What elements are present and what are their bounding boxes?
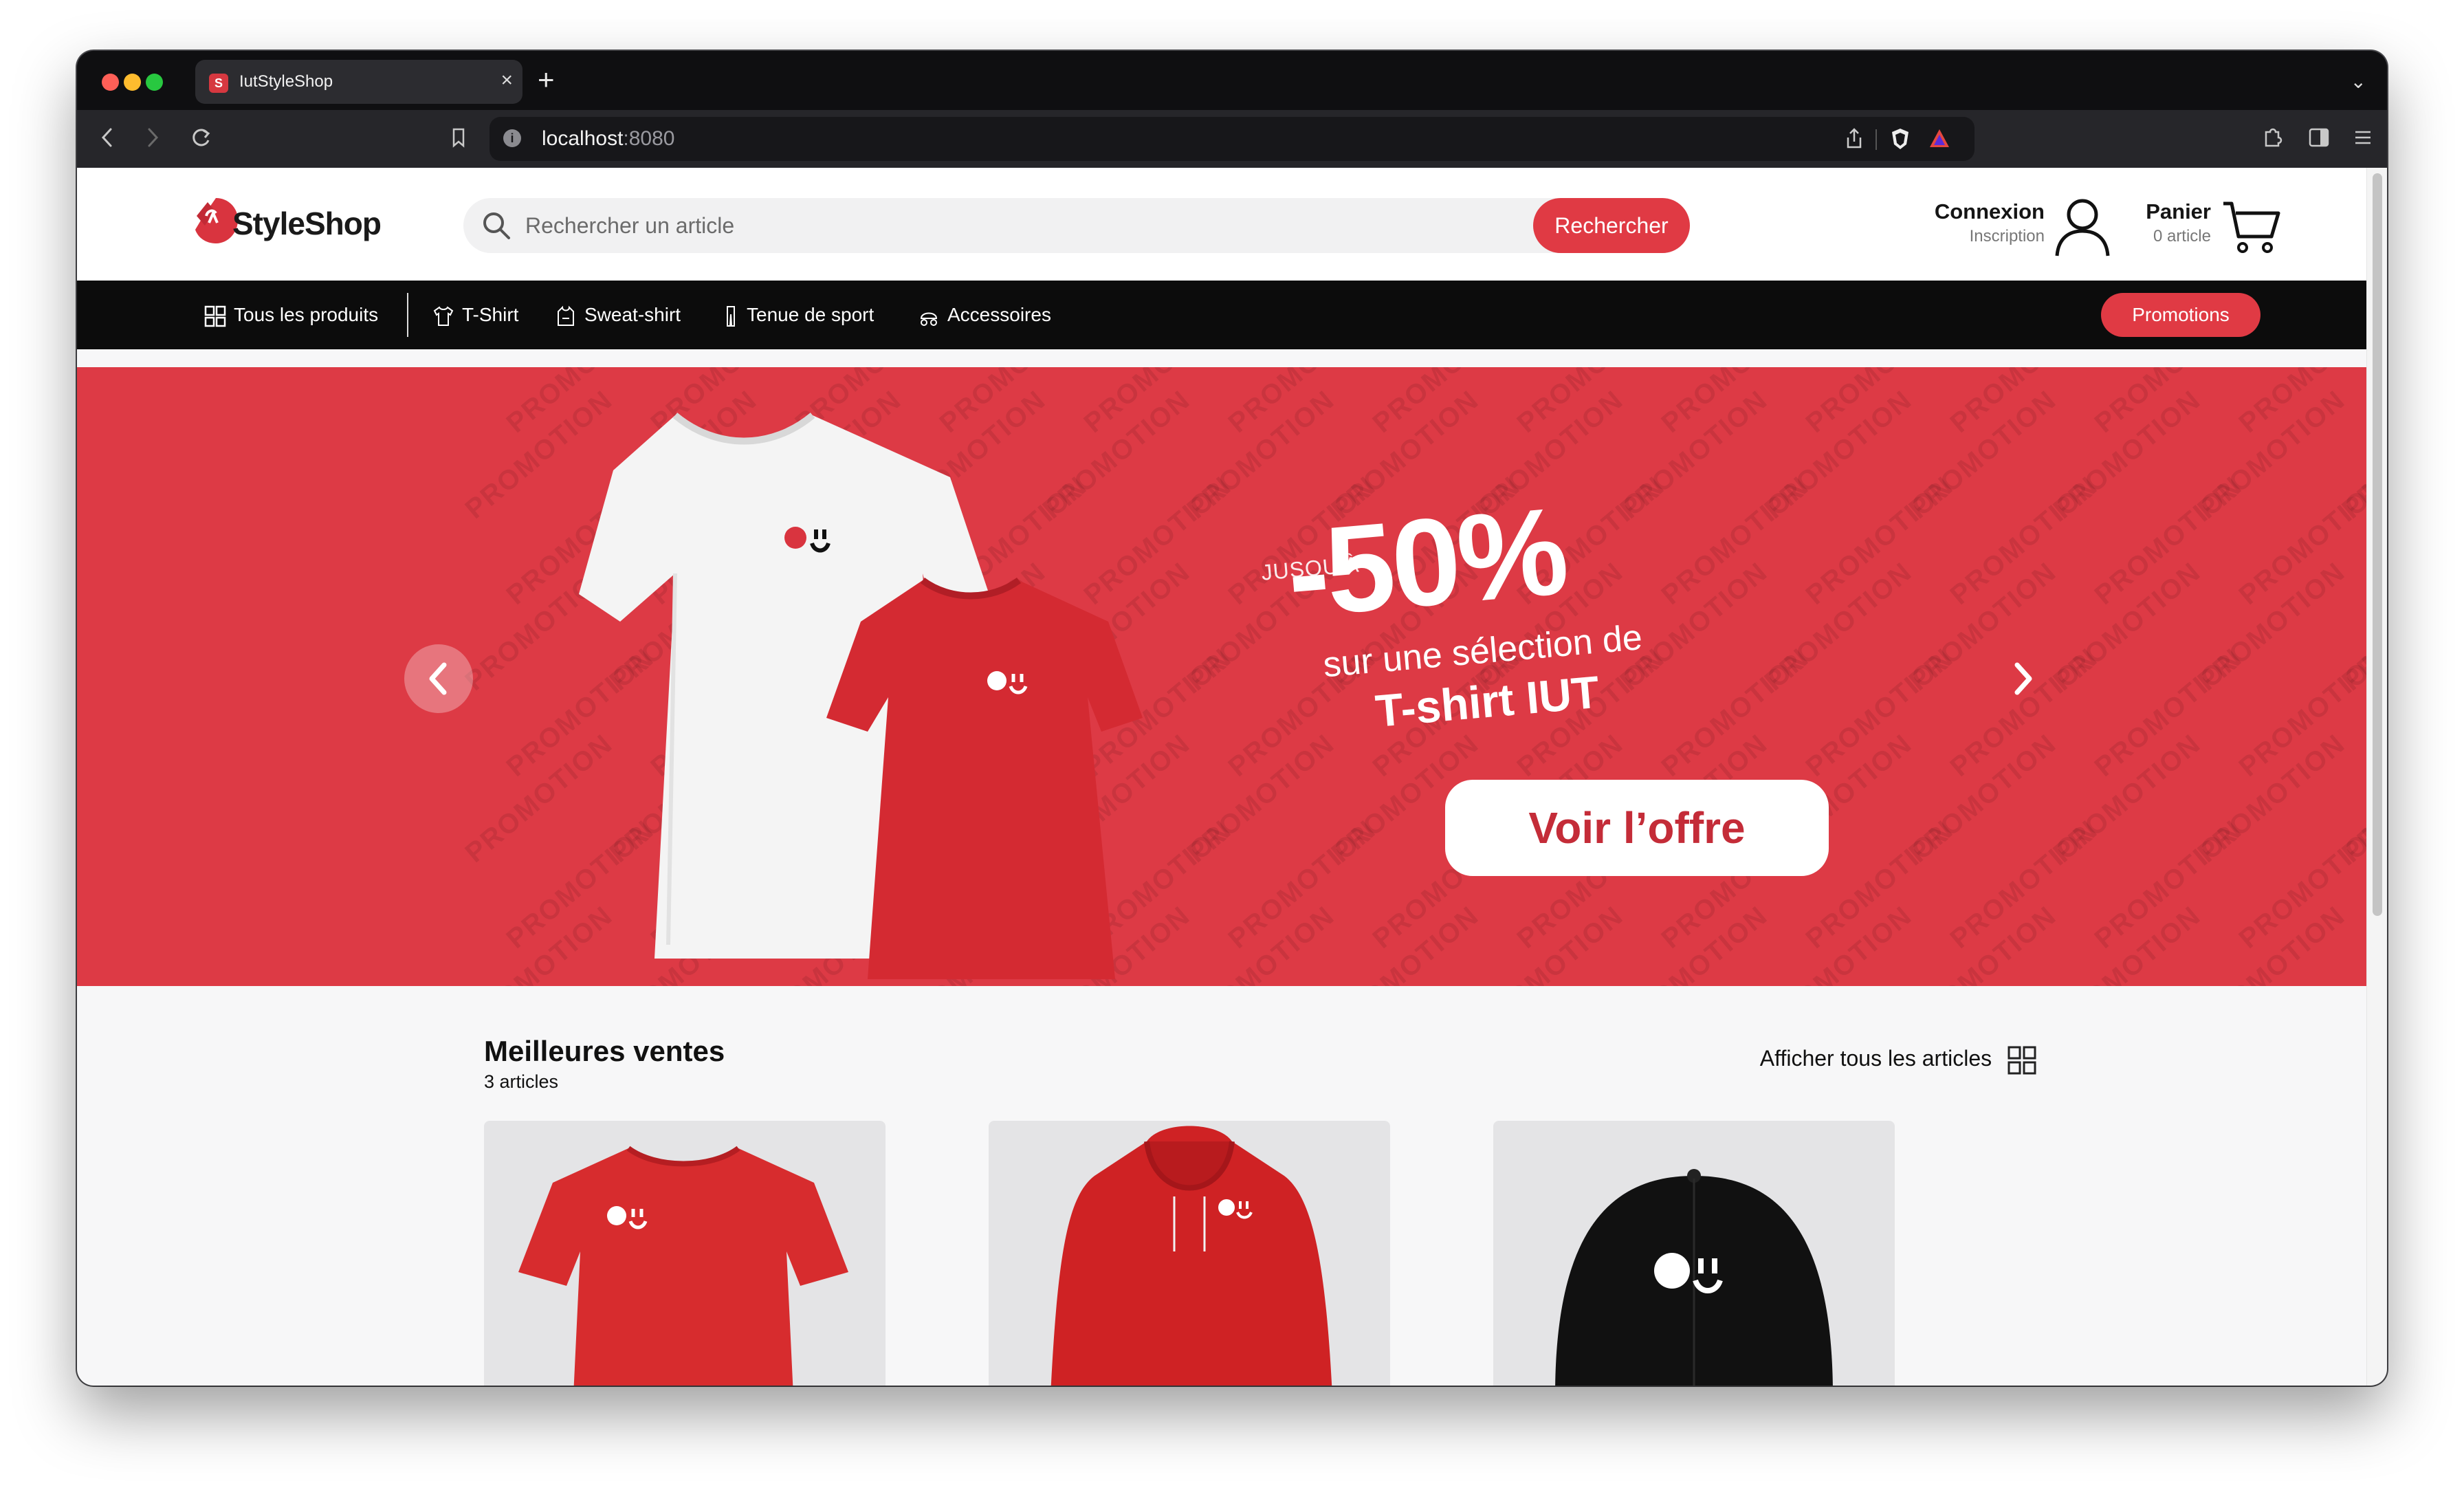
product-card-cap[interactable] [1493, 1121, 1895, 1386]
favicon-icon: S [209, 74, 228, 93]
promo-carousel[interactable]: PROMOTION PROMOTION PROMOTION PROMOTION PROM… [77, 367, 2366, 986]
promotions-button[interactable]: Promotions [2101, 293, 2260, 337]
cart-link[interactable]: Panier 0 article [2140, 195, 2291, 261]
view-all-label: Afficher tous les articles [1759, 1046, 1992, 1071]
nav-item-sportswear[interactable]: Tenue de sport [722, 301, 874, 329]
menu-icon[interactable] [2353, 122, 2373, 160]
close-window-button[interactable] [102, 74, 119, 91]
user-icon [2055, 199, 2110, 256]
new-tab-icon[interactable]: + [538, 65, 555, 95]
brand-name: StyleShop [232, 206, 382, 241]
category-nav: Tous les produits T-Shirt Sweat-shirt Te… [77, 281, 2366, 349]
nav-item-tshirt[interactable]: T-Shirt [432, 301, 518, 329]
browser-toolbar: i localhost:8080 [77, 110, 2387, 168]
scrollbar-thumb[interactable] [2373, 173, 2382, 916]
login-label: Connexion [1934, 199, 2045, 223]
cart-label: Panier [2146, 199, 2211, 223]
back-icon[interactable] [99, 122, 116, 160]
red-hoodie-image [1050, 1126, 1332, 1386]
minimize-window-button[interactable] [124, 74, 141, 91]
close-tab-icon[interactable]: × [500, 68, 513, 93]
product-card-tshirt[interactable] [484, 1121, 886, 1386]
nav-label: Sweat-shirt [584, 304, 681, 325]
promo-text: JUSQU'À -50% sur une sélection de T-shir… [1220, 468, 1794, 803]
address-bar[interactable]: i localhost:8080 [490, 117, 1974, 161]
grid-icon [2008, 1046, 2036, 1075]
cart-count: 0 article [2153, 227, 2211, 245]
search-icon [483, 212, 510, 239]
view-all-link[interactable]: Afficher tous les articles [1760, 1041, 2038, 1076]
sportswear-icon [727, 305, 735, 327]
section-count: 3 articles [484, 1071, 559, 1092]
shield-icon[interactable] [1889, 127, 1911, 155]
account-link[interactable]: Connexion Inscription [1933, 195, 2126, 261]
search-bar: Rechercher [463, 198, 1690, 253]
extensions-icon[interactable] [2260, 122, 2284, 160]
grid-icon [204, 305, 226, 327]
red-tshirt-image [518, 1146, 848, 1386]
page-scrollbar[interactable] [2366, 168, 2387, 1386]
nav-label: Tous les produits [234, 304, 379, 325]
see-offer-button[interactable]: Voir l’offre [1445, 780, 1829, 876]
carousel-prev-button[interactable] [404, 644, 473, 713]
site-info-icon[interactable]: i [503, 129, 521, 147]
site-header: StyleShop Rechercher Connexion Inscripti… [77, 168, 2366, 281]
chevron-right-icon [2014, 662, 2032, 695]
url-text: localhost:8080 [542, 127, 675, 150]
product-card-hoodie[interactable] [989, 1121, 1390, 1386]
nav-label: T-Shirt [462, 304, 519, 325]
nav-item-sweatshirt[interactable]: Sweat-shirt [554, 301, 681, 329]
black-cap-image [1555, 1169, 1833, 1386]
sweatshirt-icon [558, 305, 574, 326]
bookmark-icon[interactable] [448, 122, 469, 160]
search-button[interactable]: Rechercher [1533, 198, 1690, 253]
nav-label: Accessoires [947, 304, 1051, 325]
page-viewport: StyleShop Rechercher Connexion Inscripti… [77, 168, 2366, 1386]
search-input[interactable] [525, 198, 1543, 253]
reload-icon[interactable] [188, 122, 213, 160]
chevron-left-icon [429, 662, 447, 695]
nav-label: Tenue de sport [747, 304, 874, 325]
carousel-next-button[interactable] [1988, 644, 2057, 713]
share-icon[interactable] [1844, 127, 1864, 155]
sidebar-toggle-icon[interactable] [2307, 122, 2331, 160]
browser-tab[interactable]: S IutStyleShop × [195, 60, 522, 104]
maximize-window-button[interactable] [146, 74, 163, 91]
forward-icon[interactable] [144, 122, 161, 160]
section-title: Meilleures ventes [484, 1035, 725, 1067]
accessories-icon [920, 312, 938, 326]
tab-bar: S IutStyleShop × + ⌄ [77, 51, 2387, 110]
rewards-triangle-icon[interactable] [1928, 127, 1951, 155]
cart-icon [2223, 201, 2280, 253]
tab-title: IutStyleShop [239, 72, 333, 91]
promo-discount: -50% [1282, 481, 1571, 644]
tab-list-chevron-icon[interactable]: ⌄ [2351, 70, 2366, 93]
tshirt-icon [433, 306, 454, 326]
signup-label[interactable]: Inscription [1970, 227, 2045, 246]
nav-item-accessories[interactable]: Accessoires [917, 301, 1051, 329]
nav-item-all-products[interactable]: Tous les produits [204, 301, 378, 329]
best-sellers-section: Meilleures ventes 3 articles Afficher to… [484, 1034, 2038, 1386]
tshirts-image [579, 413, 1143, 979]
nav-divider [407, 293, 408, 337]
browser-window: S IutStyleShop × + ⌄ i localhost:8080 St… [77, 51, 2387, 1386]
